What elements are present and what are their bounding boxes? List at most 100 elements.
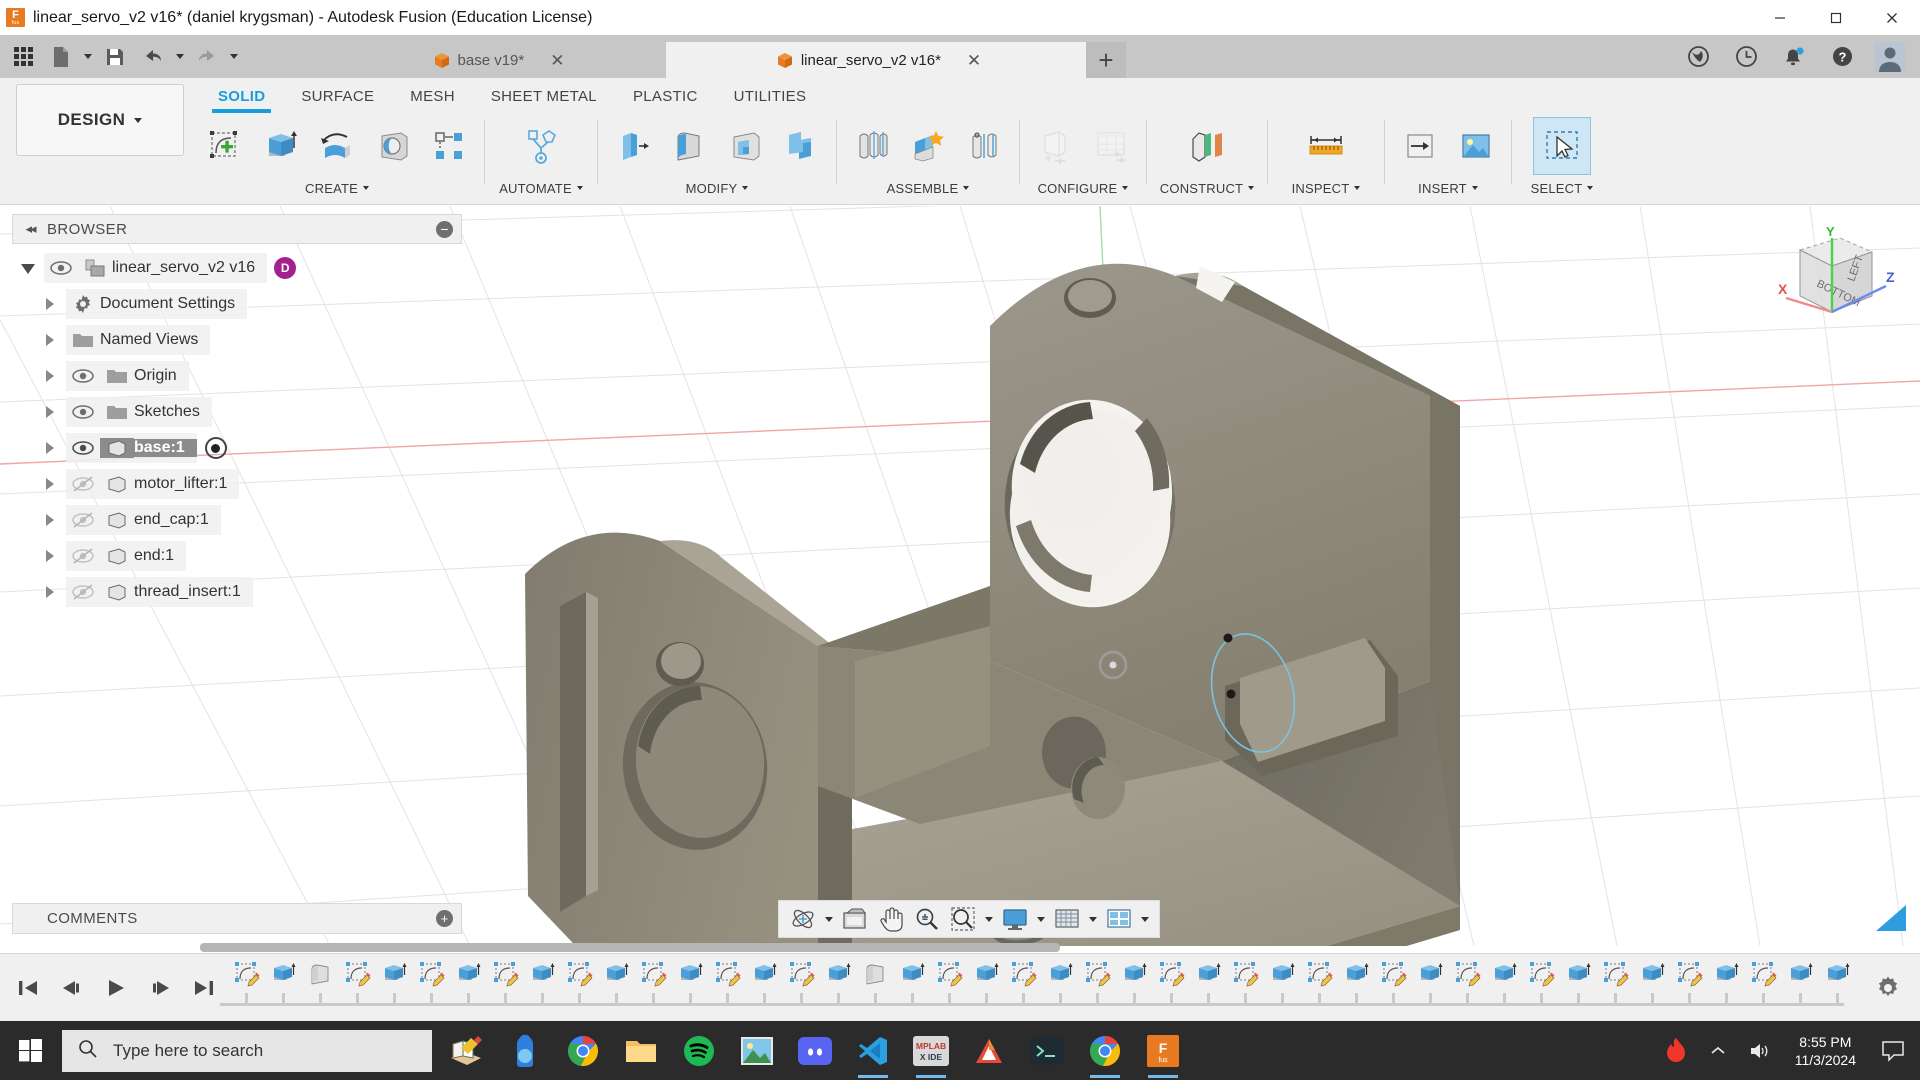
create-configuration-tool[interactable]: [1027, 118, 1083, 174]
tab-plastic[interactable]: PLASTIC: [615, 84, 716, 109]
minimize-button[interactable]: [1752, 0, 1808, 35]
visibility-eye-hidden-icon[interactable]: [66, 476, 100, 492]
tab-solid[interactable]: SOLID: [200, 84, 283, 113]
as-built-joint-tool[interactable]: [956, 118, 1012, 174]
active-component-radio[interactable]: [204, 437, 227, 459]
document-status-badge[interactable]: D: [274, 257, 297, 279]
undo-icon[interactable]: [134, 38, 172, 76]
panel-title-automate[interactable]: AUTOMATE: [485, 176, 597, 200]
tab-mesh[interactable]: MESH: [392, 84, 473, 109]
expand-arrow-icon[interactable]: [34, 478, 66, 490]
taskbar-app-discord[interactable]: [786, 1021, 844, 1080]
timeline-feature-sketch[interactable]: [487, 960, 524, 1016]
close-button[interactable]: [1864, 0, 1920, 35]
timeline-feature-extrude[interactable]: [265, 960, 302, 1016]
tab-sheet-metal[interactable]: SHEET METAL: [473, 84, 615, 109]
timeline-feature-extrude[interactable]: [968, 960, 1005, 1016]
timeline-feature-sketch[interactable]: [413, 960, 450, 1016]
add-comment-button[interactable]: +: [436, 910, 453, 927]
timeline-feature-fillet[interactable]: [302, 960, 339, 1016]
tree-node-root[interactable]: linear_servo_v2 v16 D: [12, 250, 462, 286]
panel-title-configure[interactable]: CONFIGURE: [1020, 176, 1146, 200]
timeline-feature-sketch[interactable]: [635, 960, 672, 1016]
panel-title-insert[interactable]: INSERT: [1385, 176, 1511, 200]
timeline-feature-extrude[interactable]: [376, 960, 413, 1016]
expand-arrow-icon[interactable]: [34, 550, 66, 562]
timeline-feature-extrude[interactable]: [1782, 960, 1819, 1016]
windows-start-icon[interactable]: [0, 1021, 60, 1080]
visibility-eye-icon[interactable]: [66, 369, 100, 383]
visibility-eye-icon[interactable]: [66, 405, 100, 419]
visibility-eye-hidden-icon[interactable]: [66, 584, 100, 600]
save-icon[interactable]: [96, 38, 134, 76]
timeline-feature-sketch[interactable]: [561, 960, 598, 1016]
timeline-feature-extrude[interactable]: [1264, 960, 1301, 1016]
automated-modeling-tool[interactable]: [513, 118, 569, 174]
close-icon[interactable]: ✕: [967, 52, 981, 69]
viewports-caret-icon[interactable]: [1137, 902, 1153, 936]
offset-plane-tool[interactable]: [1179, 118, 1235, 174]
notifications-bell-icon[interactable]: [1770, 35, 1818, 78]
show-hidden-icons-icon[interactable]: [1697, 1021, 1739, 1080]
expand-arrow-icon[interactable]: [12, 262, 44, 274]
taskbar-app-file-explorer[interactable]: [612, 1021, 670, 1080]
expand-arrow-icon[interactable]: [34, 514, 66, 526]
timeline-feature-extrude[interactable]: [1634, 960, 1671, 1016]
tab-surface[interactable]: SURFACE: [283, 84, 392, 109]
play-button[interactable]: [100, 972, 132, 1004]
timeline-feature-extrude[interactable]: [1819, 960, 1856, 1016]
panel-title-assemble[interactable]: ASSEMBLE: [837, 176, 1019, 200]
tree-node-end-cap[interactable]: end_cap:1: [12, 502, 462, 538]
undo-caret-icon[interactable]: [172, 38, 188, 76]
timeline-feature-extrude[interactable]: [1412, 960, 1449, 1016]
expand-arrow-icon[interactable]: [34, 406, 66, 418]
timeline-feature-extrude[interactable]: [1560, 960, 1597, 1016]
configuration-table-tool[interactable]: [1083, 118, 1139, 174]
taskbar-app-chrome-2[interactable]: [1076, 1021, 1134, 1080]
volume-icon[interactable]: [1739, 1021, 1781, 1080]
pan-tool[interactable]: [873, 902, 909, 936]
display-settings-tool[interactable]: [997, 902, 1033, 936]
job-status-clock-icon[interactable]: [1722, 35, 1770, 78]
workspace-selector[interactable]: DESIGN: [16, 84, 184, 156]
press-pull-tool[interactable]: [605, 118, 661, 174]
visibility-eye-icon[interactable]: [44, 261, 78, 275]
timeline-feature-sketch[interactable]: [709, 960, 746, 1016]
timeline-feature-extrude[interactable]: [746, 960, 783, 1016]
expand-arrow-icon[interactable]: [34, 586, 66, 598]
insert-canvas-tool[interactable]: [1448, 118, 1504, 174]
visibility-eye-hidden-icon[interactable]: [66, 512, 100, 528]
tree-node-thread-insert[interactable]: thread_insert:1: [12, 574, 462, 610]
taskbar-app-fusion[interactable]: Ffus: [1134, 1021, 1192, 1080]
timeline-feature-sketch[interactable]: [1597, 960, 1634, 1016]
taskbar-app-vscode[interactable]: [844, 1021, 902, 1080]
timeline-feature-extrude[interactable]: [1338, 960, 1375, 1016]
timeline-feature-sketch[interactable]: [1227, 960, 1264, 1016]
step-back-button[interactable]: [56, 972, 88, 1004]
timeline-feature-sketch[interactable]: [1375, 960, 1412, 1016]
panel-title-inspect[interactable]: INSPECT: [1268, 176, 1384, 200]
timeline-feature-extrude[interactable]: [1116, 960, 1153, 1016]
fillet-tool[interactable]: [661, 118, 717, 174]
expand-arrow-icon[interactable]: [34, 370, 66, 382]
grid-snaps-tool[interactable]: [1049, 902, 1085, 936]
timeline-feature-sketch[interactable]: [1153, 960, 1190, 1016]
pattern-tool[interactable]: [421, 118, 477, 174]
timeline-feature-sketch[interactable]: [1449, 960, 1486, 1016]
timeline-feature-extrude[interactable]: [1708, 960, 1745, 1016]
document-tab-base[interactable]: base v19* ✕: [326, 42, 666, 78]
maximize-button[interactable]: [1808, 0, 1864, 35]
browser-minimize-button[interactable]: −: [436, 220, 453, 238]
panel-title-construct[interactable]: CONSTRUCT: [1147, 176, 1267, 200]
timeline-feature-sketch[interactable]: [1079, 960, 1116, 1016]
taskbar-app-backpack[interactable]: [496, 1021, 554, 1080]
combine-tool[interactable]: [773, 118, 829, 174]
expand-arrow-icon[interactable]: [34, 442, 66, 454]
taskbar-app-chrome[interactable]: [554, 1021, 612, 1080]
visibility-eye-icon[interactable]: [66, 441, 100, 455]
orbit-caret-icon[interactable]: [821, 902, 837, 936]
timeline-feature-extrude[interactable]: [524, 960, 561, 1016]
search-input[interactable]: Type here to search: [62, 1029, 432, 1072]
panel-title-select[interactable]: SELECT: [1512, 176, 1612, 200]
timeline-feature-sketch[interactable]: [228, 960, 265, 1016]
